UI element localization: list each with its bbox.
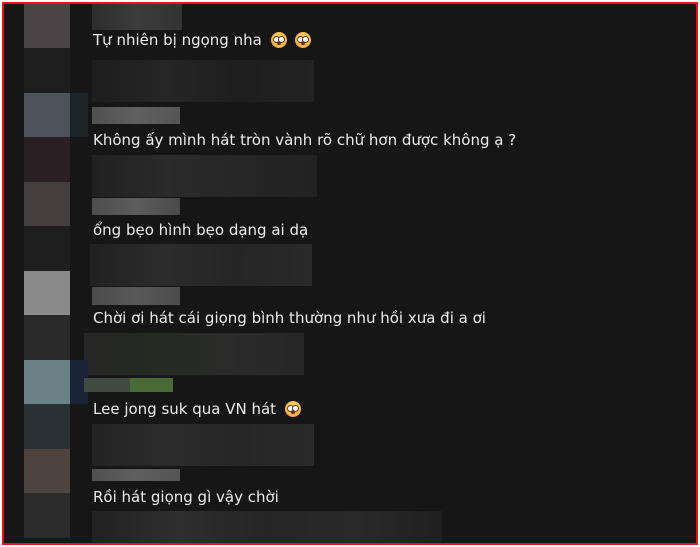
comment-text: Rồi hát giọng gì vậy chời xyxy=(93,488,279,506)
comment-text: Tự nhiên bị ngọng nha xyxy=(93,31,312,49)
avatar[interactable] xyxy=(24,182,70,226)
avatar[interactable] xyxy=(24,271,70,315)
avatar[interactable] xyxy=(24,360,70,404)
avatar[interactable] xyxy=(24,449,70,493)
flushed-face-icon xyxy=(270,32,287,48)
comment-row-6[interactable]: Rồi hát giọng gì vậy chời xyxy=(4,449,696,543)
comment-text: Chời ơi hát cái giọng bình thường như hồ… xyxy=(93,309,486,327)
avatar[interactable] xyxy=(24,93,70,137)
comment-row-2[interactable]: Không ấy mình hát tròn vành rõ chữ hơn đ… xyxy=(4,93,696,197)
avatar[interactable] xyxy=(24,4,70,48)
comment-row-1[interactable]: Tự nhiên bị ngọng nha xyxy=(4,4,696,102)
comment-row-4[interactable]: Chời ơi hát cái giọng bình thường như hồ… xyxy=(4,271,696,375)
comment-feed-frame: Tự nhiên bị ngọng nha Không ấy mình hát … xyxy=(2,2,698,545)
comment-row-5[interactable]: Lee jong suk qua VN hát xyxy=(4,360,696,466)
comment-text: Không ấy mình hát tròn vành rõ chữ hơn đ… xyxy=(93,131,517,149)
flushed-face-icon xyxy=(295,32,312,48)
comment-text: ổng bẹo hình bẹo dạng ai dạ xyxy=(93,221,309,239)
comment-text: Lee jong suk qua VN hát xyxy=(93,400,301,418)
flushed-face-icon xyxy=(284,401,301,417)
comment-row-3[interactable]: ổng bẹo hình bẹo dạng ai dạ xyxy=(4,182,696,286)
